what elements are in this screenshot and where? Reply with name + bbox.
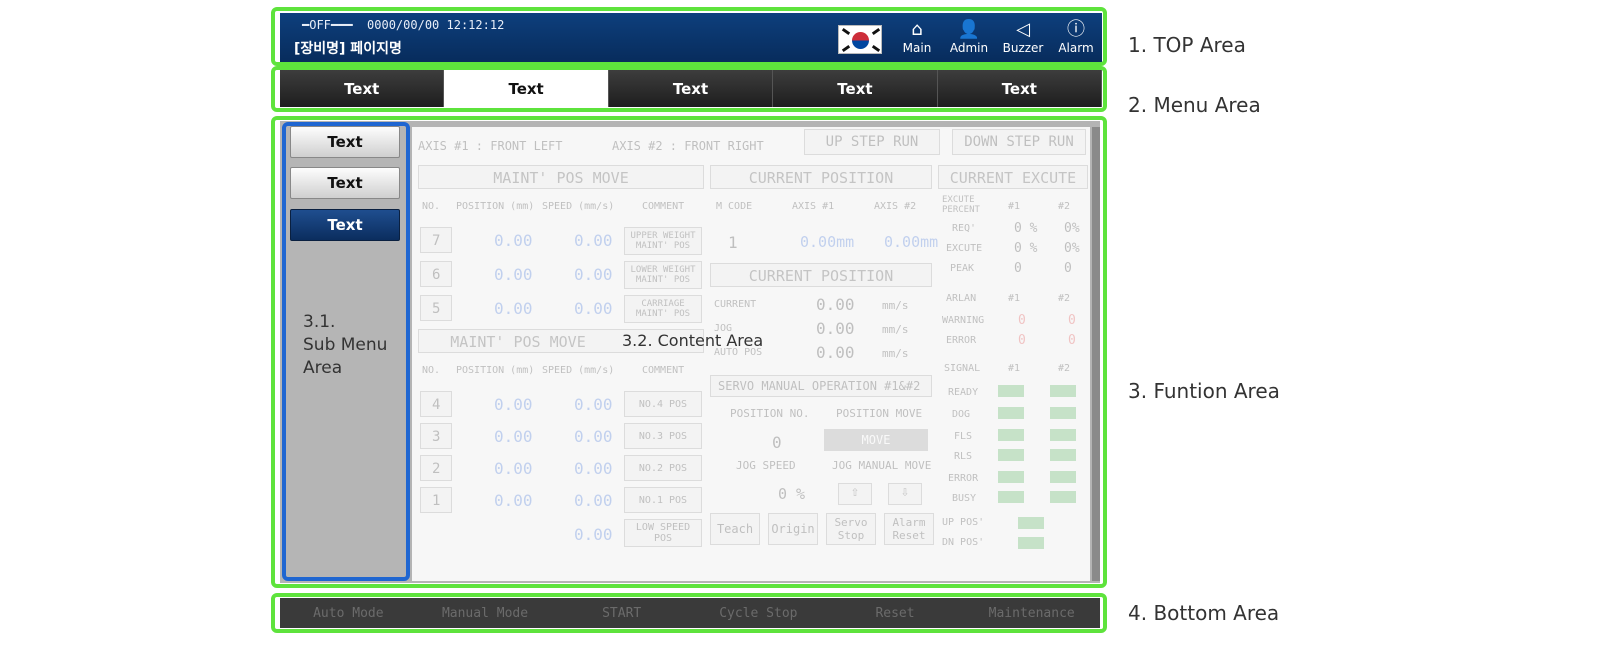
top-area-highlight: [271, 7, 1107, 66]
bottom-area-annotation: 4. Bottom Area: [1128, 601, 1280, 625]
sub-menu-highlight: [282, 122, 410, 581]
menu-area-annotation: 2. Menu Area: [1128, 93, 1261, 117]
function-area-annotation: 3. Funtion Area: [1128, 379, 1280, 403]
top-area-annotation: 1. TOP Area: [1128, 33, 1246, 57]
bottom-area-highlight: [271, 593, 1107, 633]
menu-area-highlight: [271, 66, 1107, 112]
